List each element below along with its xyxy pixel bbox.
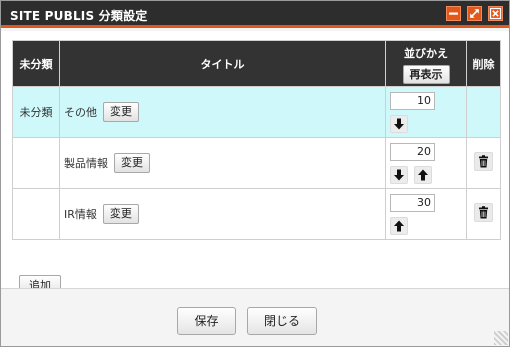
order-input[interactable]	[390, 193, 435, 212]
change-button[interactable]: 変更	[114, 153, 150, 173]
category-title: 製品情報	[64, 157, 108, 170]
close-button[interactable]	[488, 6, 503, 21]
column-header-title: タイトル	[59, 40, 386, 87]
table-row: IR情報 変更	[12, 188, 501, 240]
sort-cell	[385, 137, 467, 189]
sort-header-label: 並びかえ	[404, 47, 448, 60]
category-title: その他	[64, 106, 97, 119]
table-row: 製品情報 変更	[12, 137, 501, 189]
change-button[interactable]: 変更	[102, 204, 139, 224]
category-settings-dialog: SITE PUBLIS 分類設定 未分類 タイトル 並びかえ 再表示 削除 未分…	[0, 0, 510, 347]
close-dialog-button[interactable]: 閉じる	[247, 307, 317, 335]
dialog-content: 未分類 タイトル 並びかえ 再表示 削除 未分類 その他 変更 10 製品情報 …	[1, 31, 509, 296]
trash-icon	[479, 206, 488, 219]
sort-cell	[385, 188, 467, 240]
sort-cell	[385, 86, 467, 138]
delete-button[interactable]	[474, 203, 493, 222]
uncategorized-cell: 未分類	[12, 86, 60, 138]
move-down-button[interactable]	[390, 114, 408, 133]
save-button[interactable]: 保存	[177, 307, 236, 335]
move-up-button[interactable]	[414, 165, 432, 184]
arrow-up-icon	[394, 220, 404, 231]
delete-cell	[466, 137, 501, 189]
minimize-icon	[449, 12, 458, 15]
column-header-uncategorized: 未分類	[12, 40, 60, 87]
change-button[interactable]: 変更	[103, 102, 139, 122]
column-header-sort: 並びかえ 再表示	[385, 40, 467, 87]
table-header-row: 未分類 タイトル 並びかえ 再表示 削除	[12, 40, 501, 87]
redisplay-button[interactable]: 再表示	[402, 65, 450, 84]
dialog-footer: 保存 閉じる	[1, 288, 509, 346]
category-table: 未分類 タイトル 並びかえ 再表示 削除 未分類 その他 変更 10 製品情報 …	[12, 40, 501, 240]
titlebar[interactable]: SITE PUBLIS 分類設定	[1, 1, 509, 28]
trash-icon	[479, 155, 488, 168]
maximize-icon	[469, 8, 480, 19]
title-cell: 製品情報 変更	[59, 137, 386, 189]
maximize-button[interactable]	[467, 6, 482, 21]
category-title: IR情報	[64, 208, 97, 221]
delete-cell	[466, 188, 501, 240]
delete-button[interactable]	[474, 152, 493, 171]
table-row: 未分類 その他 変更	[12, 86, 501, 138]
uncategorized-cell	[12, 137, 60, 189]
title-cell: その他 変更	[59, 86, 386, 138]
arrow-down-icon	[394, 169, 404, 180]
order-input[interactable]	[390, 142, 435, 161]
window-title: SITE PUBLIS 分類設定	[10, 9, 148, 23]
title-cell: IR情報 変更	[59, 188, 386, 240]
delete-cell	[466, 86, 501, 138]
arrow-up-icon	[418, 169, 428, 180]
minimize-button[interactable]	[446, 6, 461, 21]
resize-grip[interactable]	[494, 331, 508, 345]
column-header-delete: 削除	[466, 40, 501, 87]
move-up-button[interactable]	[390, 216, 408, 235]
close-icon	[489, 7, 502, 20]
uncategorized-cell	[12, 188, 60, 240]
arrow-down-icon	[394, 118, 404, 129]
order-input[interactable]	[390, 91, 435, 110]
move-down-button[interactable]	[390, 165, 408, 184]
